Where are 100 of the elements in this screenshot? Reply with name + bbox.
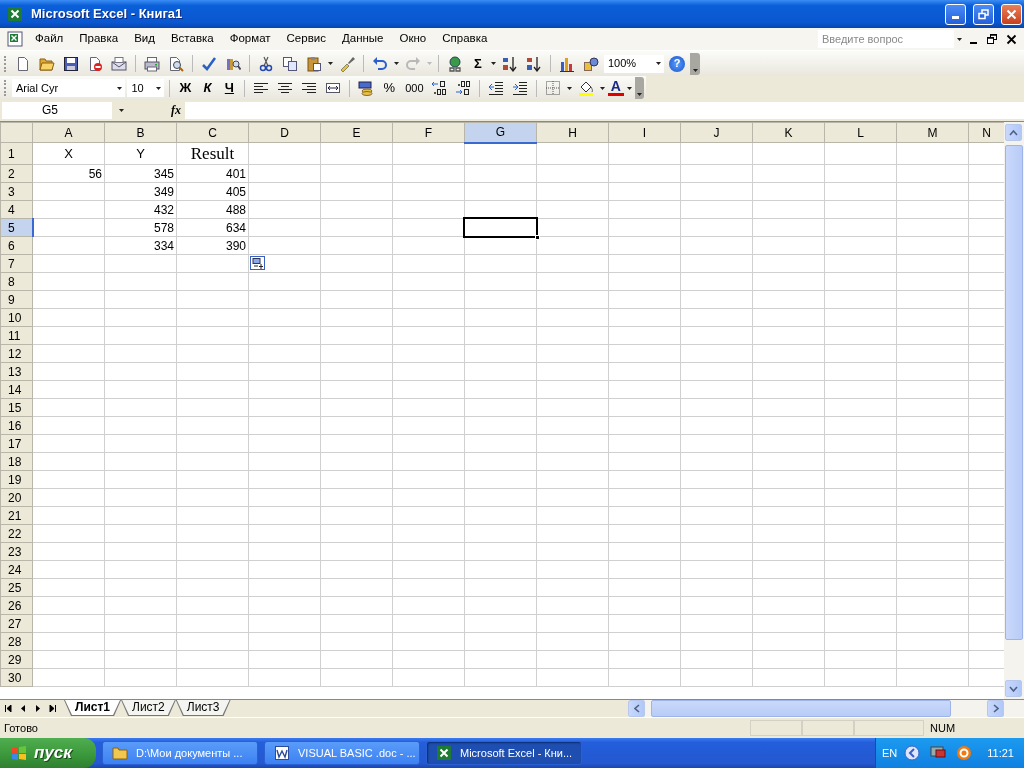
- font-color-button[interactable]: A: [607, 80, 624, 96]
- vertical-scrollbar[interactable]: [1004, 122, 1024, 699]
- previous-sheet-icon[interactable]: [18, 704, 27, 712]
- horizontal-scrollbar[interactable]: [628, 700, 1024, 717]
- menu-item[interactable]: Вид: [127, 28, 162, 50]
- menu-item[interactable]: Окно: [392, 28, 434, 50]
- copy-icon[interactable]: [282, 55, 298, 72]
- column-header[interactable]: B: [104, 122, 177, 143]
- bold-button[interactable]: Ж: [175, 78, 196, 98]
- column-header[interactable]: D: [248, 122, 321, 143]
- paste-options-icon[interactable]: [250, 256, 265, 270]
- column-header[interactable]: K: [752, 122, 825, 143]
- help-search-field[interactable]: Введите вопрос: [818, 30, 954, 48]
- print-icon[interactable]: [144, 55, 160, 72]
- menu-item[interactable]: Файл: [28, 28, 71, 50]
- merge-cells-icon[interactable]: [325, 80, 342, 96]
- caret-icon[interactable]: [957, 37, 962, 41]
- workbook-icon[interactable]: [7, 31, 23, 47]
- folder-icon[interactable]: [39, 55, 55, 72]
- caret-icon[interactable]: [118, 108, 124, 112]
- undo-icon[interactable]: [372, 55, 388, 72]
- envelope-icon[interactable]: [111, 55, 127, 72]
- chart-icon[interactable]: [559, 55, 575, 72]
- percent-button[interactable]: %: [379, 78, 400, 98]
- autosum-button[interactable]: Σ: [468, 53, 488, 74]
- restore-icon[interactable]: [987, 33, 998, 45]
- caret-icon[interactable]: [394, 62, 399, 65]
- column-header[interactable]: E: [320, 122, 393, 143]
- menu-item[interactable]: Вставка: [163, 28, 221, 50]
- toolbar-options-button[interactable]: [690, 52, 700, 75]
- new-document-icon[interactable]: [15, 55, 31, 72]
- caret-icon[interactable]: [599, 86, 605, 90]
- column-header[interactable]: N: [968, 122, 1004, 143]
- language-indicator[interactable]: EN: [882, 744, 898, 762]
- circle-icon[interactable]: [956, 745, 973, 761]
- name-box[interactable]: G5: [2, 101, 112, 119]
- decrease-decimal-icon[interactable]: [454, 80, 471, 96]
- sort-ascending-icon[interactable]: [502, 55, 518, 72]
- toolbar-options-button[interactable]: [634, 77, 644, 99]
- currency-icon[interactable]: [358, 80, 375, 96]
- font-dropdown[interactable]: Arial Cyr: [11, 79, 126, 97]
- document-icon[interactable]: [87, 55, 103, 72]
- row-header[interactable]: 1: [0, 142, 33, 165]
- next-sheet-icon[interactable]: [33, 704, 42, 712]
- sheet-tab[interactable]: Лист2: [121, 700, 176, 716]
- brush-icon[interactable]: [339, 55, 355, 72]
- close-button[interactable]: [1001, 3, 1022, 25]
- start-button[interactable]: пуск: [0, 738, 96, 768]
- caret-icon[interactable]: [156, 86, 162, 90]
- zoom-dropdown[interactable]: 100%: [604, 54, 664, 73]
- indent-icon[interactable]: [511, 80, 528, 96]
- caret-icon[interactable]: [566, 86, 572, 90]
- last-sheet-icon[interactable]: [48, 704, 57, 712]
- column-header[interactable]: H: [536, 122, 609, 143]
- align-right-icon[interactable]: [301, 80, 318, 96]
- align-left-icon[interactable]: [253, 80, 270, 96]
- drawing-icon[interactable]: [583, 55, 599, 72]
- column-header[interactable]: F: [392, 122, 465, 143]
- column-header[interactable]: G: [464, 122, 537, 143]
- caret-icon[interactable]: [328, 62, 333, 65]
- monitor-icon[interactable]: [930, 745, 947, 761]
- italic-button[interactable]: К: [197, 78, 218, 98]
- column-header[interactable]: A: [32, 122, 105, 143]
- column-header[interactable]: I: [608, 122, 681, 143]
- paste-icon[interactable]: [306, 55, 322, 72]
- underline-button[interactable]: Ч: [219, 78, 240, 98]
- save-icon[interactable]: [63, 55, 79, 72]
- windows-flag-icon[interactable]: [11, 745, 27, 761]
- print-preview-icon[interactable]: [168, 55, 184, 72]
- sort-descending-icon[interactable]: [526, 55, 542, 72]
- menu-item[interactable]: Формат: [222, 28, 278, 50]
- help-button[interactable]: ?: [669, 55, 685, 72]
- sheet-tab[interactable]: Лист1: [64, 700, 122, 716]
- menu-item[interactable]: Данные: [334, 28, 391, 50]
- caret-icon[interactable]: [692, 68, 698, 72]
- hyperlink-icon[interactable]: [447, 55, 463, 72]
- thousands-button[interactable]: 000: [401, 79, 426, 97]
- column-header[interactable]: L: [824, 122, 897, 143]
- minimize-button[interactable]: [945, 3, 966, 25]
- insert-function-button[interactable]: fx: [130, 101, 185, 119]
- menu-item[interactable]: Сервис: [279, 28, 333, 50]
- close-icon[interactable]: [1006, 33, 1017, 45]
- fill-color-icon[interactable]: [577, 80, 594, 96]
- caret-icon[interactable]: [117, 86, 123, 90]
- restore-button[interactable]: [973, 3, 994, 25]
- align-center-icon[interactable]: [277, 80, 294, 96]
- column-header[interactable]: C: [176, 122, 249, 143]
- outdent-icon[interactable]: [487, 80, 504, 96]
- increase-decimal-icon[interactable]: [430, 80, 447, 96]
- column-header[interactable]: J: [680, 122, 753, 143]
- taskbar-button[interactable]: Microsoft Excel - Кни...: [426, 741, 582, 765]
- first-sheet-icon[interactable]: [3, 704, 12, 712]
- spelling-icon[interactable]: [201, 55, 217, 72]
- menu-item[interactable]: Правка: [72, 28, 126, 50]
- caret-icon[interactable]: [491, 62, 496, 65]
- caret-icon[interactable]: [656, 62, 661, 65]
- formula-field[interactable]: [185, 101, 1024, 119]
- column-header[interactable]: M: [896, 122, 969, 143]
- font-size-dropdown[interactable]: 10: [127, 79, 165, 97]
- cut-icon[interactable]: [258, 55, 274, 72]
